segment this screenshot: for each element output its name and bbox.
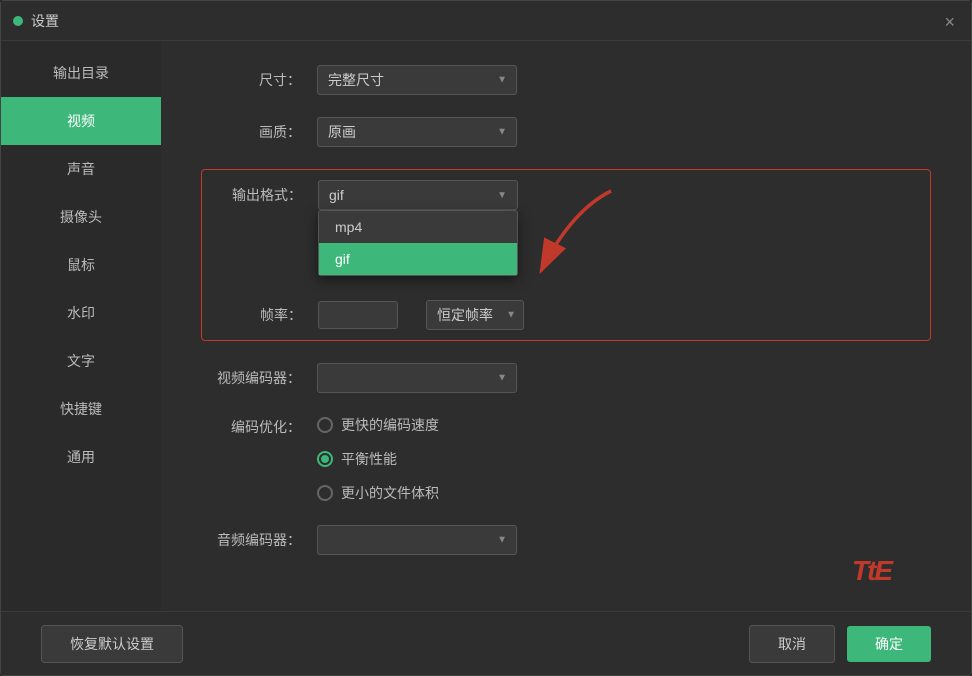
restore-defaults-button[interactable]: 恢复默认设置 xyxy=(41,625,183,663)
audio-encoder-label: 音频编码器： xyxy=(201,530,301,550)
settings-window: 设置 × 输出目录 视频 声音 摄像头 鼠标 水印 文字 快捷键 通用 尺寸： … xyxy=(0,0,972,676)
dropdown-item-gif[interactable]: gif xyxy=(319,243,517,275)
sidebar-item-watermark[interactable]: 水印 xyxy=(1,289,161,337)
titlebar: 设置 × xyxy=(1,1,971,41)
audio-encoder-row: 音频编码器： xyxy=(201,525,931,555)
sidebar-item-text[interactable]: 文字 xyxy=(1,337,161,385)
radio-balanced[interactable]: 平衡性能 xyxy=(317,449,439,469)
footer: 恢复默认设置 取消 确定 xyxy=(1,611,971,675)
video-encoder-label: 视频编码器： xyxy=(201,368,301,388)
codec-row: 编码优化： 更快的编码速度 平衡性能 更小的文件体积 xyxy=(201,415,931,503)
close-button[interactable]: × xyxy=(944,13,955,31)
format-dropdown-trigger[interactable]: gif ▼ xyxy=(318,180,518,210)
format-dropdown-menu: mp4 gif xyxy=(318,210,518,276)
titlebar-dot xyxy=(13,16,23,26)
quality-row: 画质： 原画 xyxy=(201,117,931,147)
sidebar-item-audio[interactable]: 声音 xyxy=(1,145,161,193)
sidebar: 输出目录 视频 声音 摄像头 鼠标 水印 文字 快捷键 通用 xyxy=(1,41,161,611)
footer-right: 取消 确定 xyxy=(749,625,931,663)
sidebar-item-output-dir[interactable]: 输出目录 xyxy=(1,49,161,97)
audio-encoder-select[interactable] xyxy=(317,525,517,555)
ok-button[interactable]: 确定 xyxy=(847,626,931,662)
sidebar-item-general[interactable]: 通用 xyxy=(1,433,161,481)
size-select[interactable]: 完整尺寸 xyxy=(317,65,517,95)
radio-faster-outer xyxy=(317,417,333,433)
fps-type-select-wrapper: 恒定帧率 xyxy=(426,300,526,330)
size-row: 尺寸： 完整尺寸 xyxy=(201,65,931,95)
format-selected-value: gif xyxy=(329,187,344,203)
radio-smaller-outer xyxy=(317,485,333,501)
audio-encoder-select-wrapper xyxy=(317,525,517,555)
radio-balanced-label: 平衡性能 xyxy=(341,449,397,469)
format-label: 输出格式： xyxy=(202,185,302,205)
fps-label: 帧率： xyxy=(202,305,302,325)
quality-label: 画质： xyxy=(201,122,301,142)
radio-balanced-outer xyxy=(317,451,333,467)
sidebar-item-video[interactable]: 视频 xyxy=(1,97,161,145)
fps-type-select[interactable]: 恒定帧率 xyxy=(426,300,524,330)
video-encoder-select[interactable] xyxy=(317,363,517,393)
sidebar-item-hotkeys[interactable]: 快捷键 xyxy=(1,385,161,433)
radio-smaller-label: 更小的文件体积 xyxy=(341,483,439,503)
fps-input[interactable] xyxy=(318,301,398,329)
fps-controls: 恒定帧率 xyxy=(318,300,526,330)
sidebar-item-camera[interactable]: 摄像头 xyxy=(1,193,161,241)
dropdown-item-mp4[interactable]: mp4 xyxy=(319,211,517,243)
radio-faster[interactable]: 更快的编码速度 xyxy=(317,415,439,435)
radio-group: 更快的编码速度 平衡性能 更小的文件体积 xyxy=(317,415,439,503)
size-label: 尺寸： xyxy=(201,70,301,90)
video-encoder-select-wrapper xyxy=(317,363,517,393)
cancel-button[interactable]: 取消 xyxy=(749,625,835,663)
titlebar-title: 设置 xyxy=(31,11,59,31)
tte-badge: TtE xyxy=(852,555,891,587)
fps-row: 帧率： 恒定帧率 xyxy=(202,300,930,330)
format-row: 输出格式： gif ▼ mp4 gif xyxy=(202,180,930,210)
format-dropdown-container: gif ▼ mp4 gif xyxy=(318,180,518,210)
codec-label: 编码优化： xyxy=(201,415,301,437)
radio-smaller[interactable]: 更小的文件体积 xyxy=(317,483,439,503)
video-encoder-row: 视频编码器： xyxy=(201,363,931,393)
radio-faster-label: 更快的编码速度 xyxy=(341,415,439,435)
size-select-wrapper: 完整尺寸 xyxy=(317,65,517,95)
sidebar-item-mouse[interactable]: 鼠标 xyxy=(1,241,161,289)
body: 输出目录 视频 声音 摄像头 鼠标 水印 文字 快捷键 通用 尺寸： 完整尺寸 xyxy=(1,41,971,611)
format-fps-section: 输出格式： gif ▼ mp4 gif xyxy=(201,169,931,341)
quality-select[interactable]: 原画 xyxy=(317,117,517,147)
format-dropdown-arrow-icon: ▼ xyxy=(497,190,507,201)
main-content: 尺寸： 完整尺寸 画质： 原画 xyxy=(161,41,971,611)
radio-balanced-inner xyxy=(321,455,329,463)
quality-select-wrapper: 原画 xyxy=(317,117,517,147)
